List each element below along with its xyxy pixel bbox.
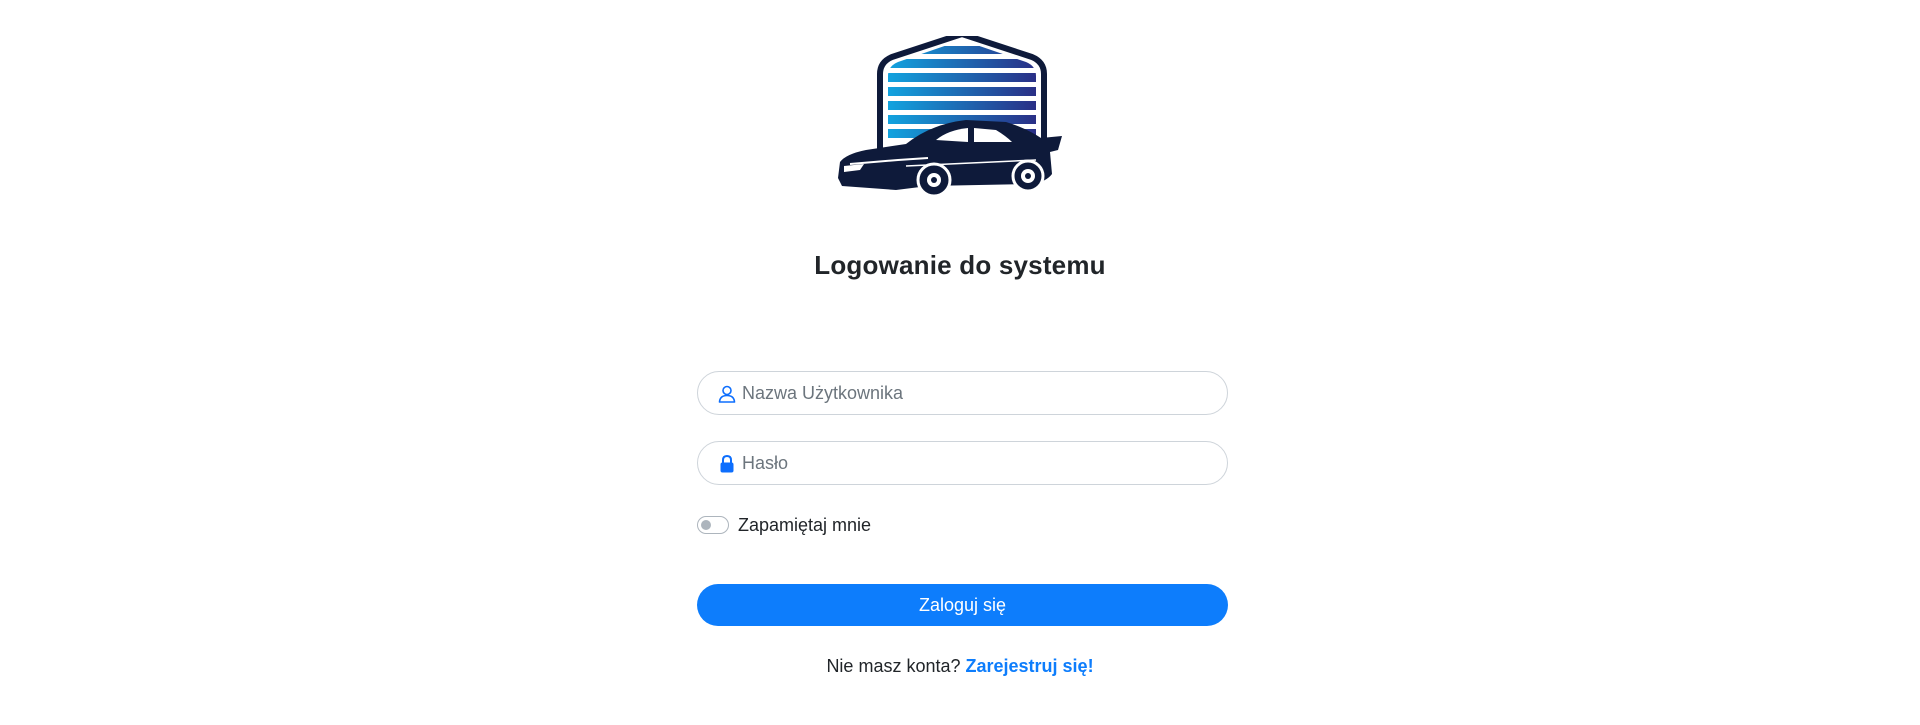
user-icon — [718, 385, 736, 403]
remember-toggle[interactable] — [697, 516, 729, 534]
remember-me: Zapamiętaj mnie — [697, 514, 871, 536]
garage-car-logo — [838, 36, 1062, 198]
password-field[interactable] — [697, 441, 1228, 485]
username-input[interactable] — [742, 372, 1212, 414]
register-prompt: Nie masz konta? Zarejestruj się! — [0, 656, 1920, 677]
password-input[interactable] — [742, 442, 1212, 484]
username-field[interactable] — [697, 371, 1228, 415]
login-page: Logowanie do systemu Zapamiętaj mnie Zal… — [0, 0, 1920, 725]
register-prompt-text: Nie masz konta? — [826, 656, 966, 676]
register-link[interactable]: Zarejestruj się! — [966, 656, 1094, 676]
lock-icon — [720, 454, 734, 473]
toggle-knob — [701, 520, 711, 530]
login-button[interactable]: Zaloguj się — [697, 584, 1228, 626]
page-title: Logowanie do systemu — [814, 250, 1106, 280]
remember-label[interactable]: Zapamiętaj mnie — [738, 515, 871, 536]
